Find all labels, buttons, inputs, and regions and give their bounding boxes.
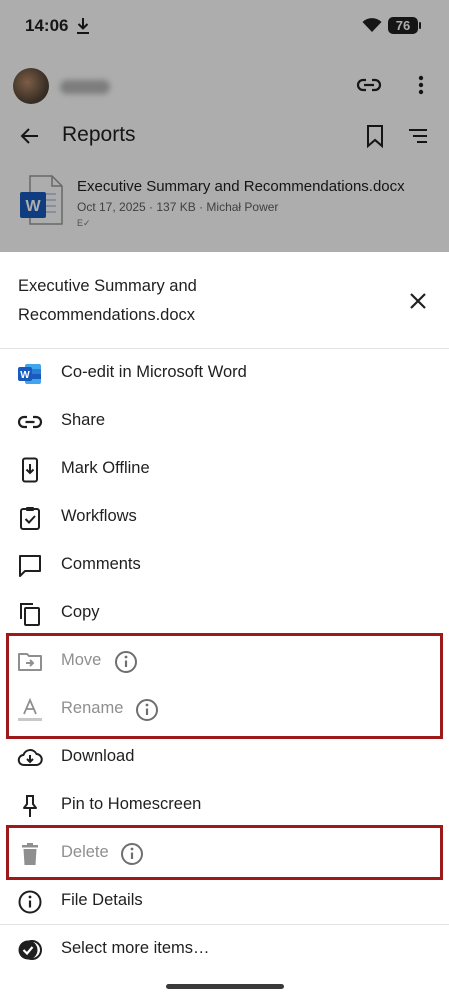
menu-item-pin-homescreen[interactable]: Pin to Homescreen [0,782,449,830]
close-icon[interactable] [404,287,432,315]
menu-item-file-details[interactable]: File Details [0,878,449,926]
link-icon [17,415,43,429]
svg-text:W: W [20,370,30,381]
menu-item-move[interactable]: Move [0,638,449,686]
pin-icon [23,795,37,817]
menu-item-select-more[interactable]: Select more items… [0,926,449,974]
menu-label: Workflows [61,507,137,525]
menu-label: Mark Offline [61,459,150,477]
cloud-download-icon [17,749,43,766]
menu-label: Delete [61,843,109,861]
menu-label: Co-edit in Microsoft Word [61,363,247,381]
copy-icon [20,603,40,626]
select-multiple-icon [18,940,42,960]
menu-item-copy[interactable]: Copy [0,590,449,638]
menu-item-share[interactable]: Share [0,398,449,446]
file-actions-sheet: Executive Summary and Recommendations.do… [0,252,449,999]
menu-label: Download [61,747,135,765]
menu-item-workflows[interactable]: Workflows [0,494,449,542]
modal-scrim[interactable] [0,0,449,252]
move-folder-icon [18,653,42,671]
menu-item-rename[interactable]: Rename [0,686,449,734]
info-icon[interactable] [114,650,138,674]
home-indicator[interactable] [166,984,284,989]
sheet-title: Executive Summary and Recommendations.do… [18,277,197,324]
info-icon [18,890,42,914]
menu-item-co-edit[interactable]: W Co-edit in Microsoft Word [0,350,449,398]
divider [0,924,449,925]
info-icon[interactable] [135,698,159,722]
divider [0,348,449,349]
menu-label: File Details [61,891,143,909]
menu-label: Move [61,651,102,669]
comment-icon [19,555,41,577]
info-icon[interactable] [120,842,144,866]
menu-item-comments[interactable]: Comments [0,542,449,590]
menu-item-mark-offline[interactable]: Mark Offline [0,446,449,494]
clipboard-check-icon [20,507,40,530]
menu-item-download[interactable]: Download [0,734,449,782]
menu-label: Select more items… [61,939,210,957]
menu-label: Copy [61,603,100,621]
menu-label: Pin to Homescreen [61,795,202,813]
rename-icon [18,697,42,721]
menu-label: Rename [61,699,124,717]
word-icon: W [18,364,41,384]
menu-label: Share [61,411,106,429]
menu-label: Comments [61,555,141,573]
menu-item-delete[interactable]: Delete [0,830,449,878]
offline-download-icon [22,457,38,483]
trash-icon [22,843,38,865]
